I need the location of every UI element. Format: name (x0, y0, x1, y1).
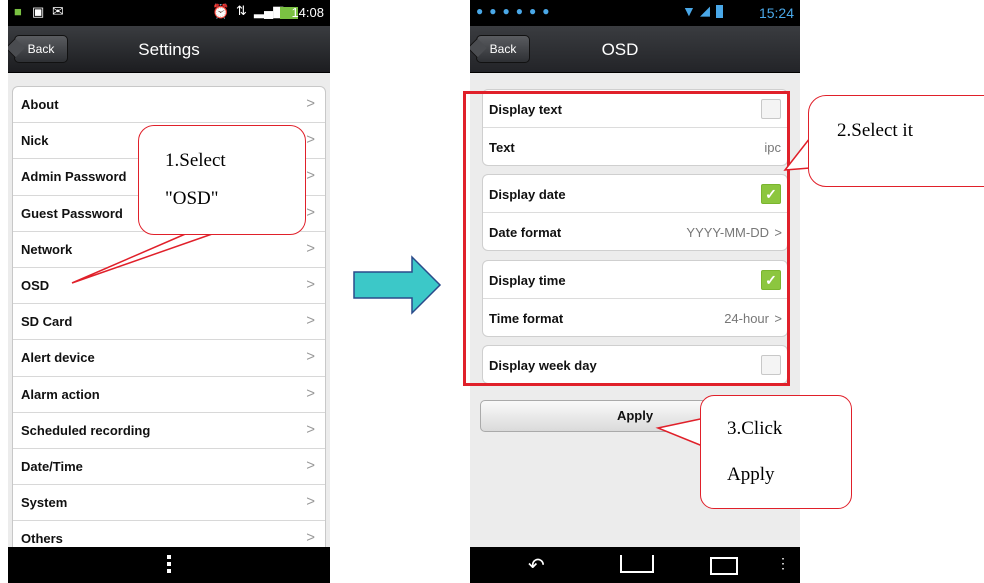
step1-line2: "OSD" (165, 188, 219, 209)
step2-callout: 2.Select it (808, 95, 984, 187)
step1-callout: 1.Select "OSD" (138, 125, 306, 235)
step3-line1: 3.Click (727, 418, 783, 439)
step2-text: 2.Select it (837, 120, 913, 141)
step1-line1: 1.Select (165, 150, 226, 171)
step3-callout: 3.Click Apply (700, 395, 852, 509)
step3-line2: Apply (727, 464, 775, 485)
